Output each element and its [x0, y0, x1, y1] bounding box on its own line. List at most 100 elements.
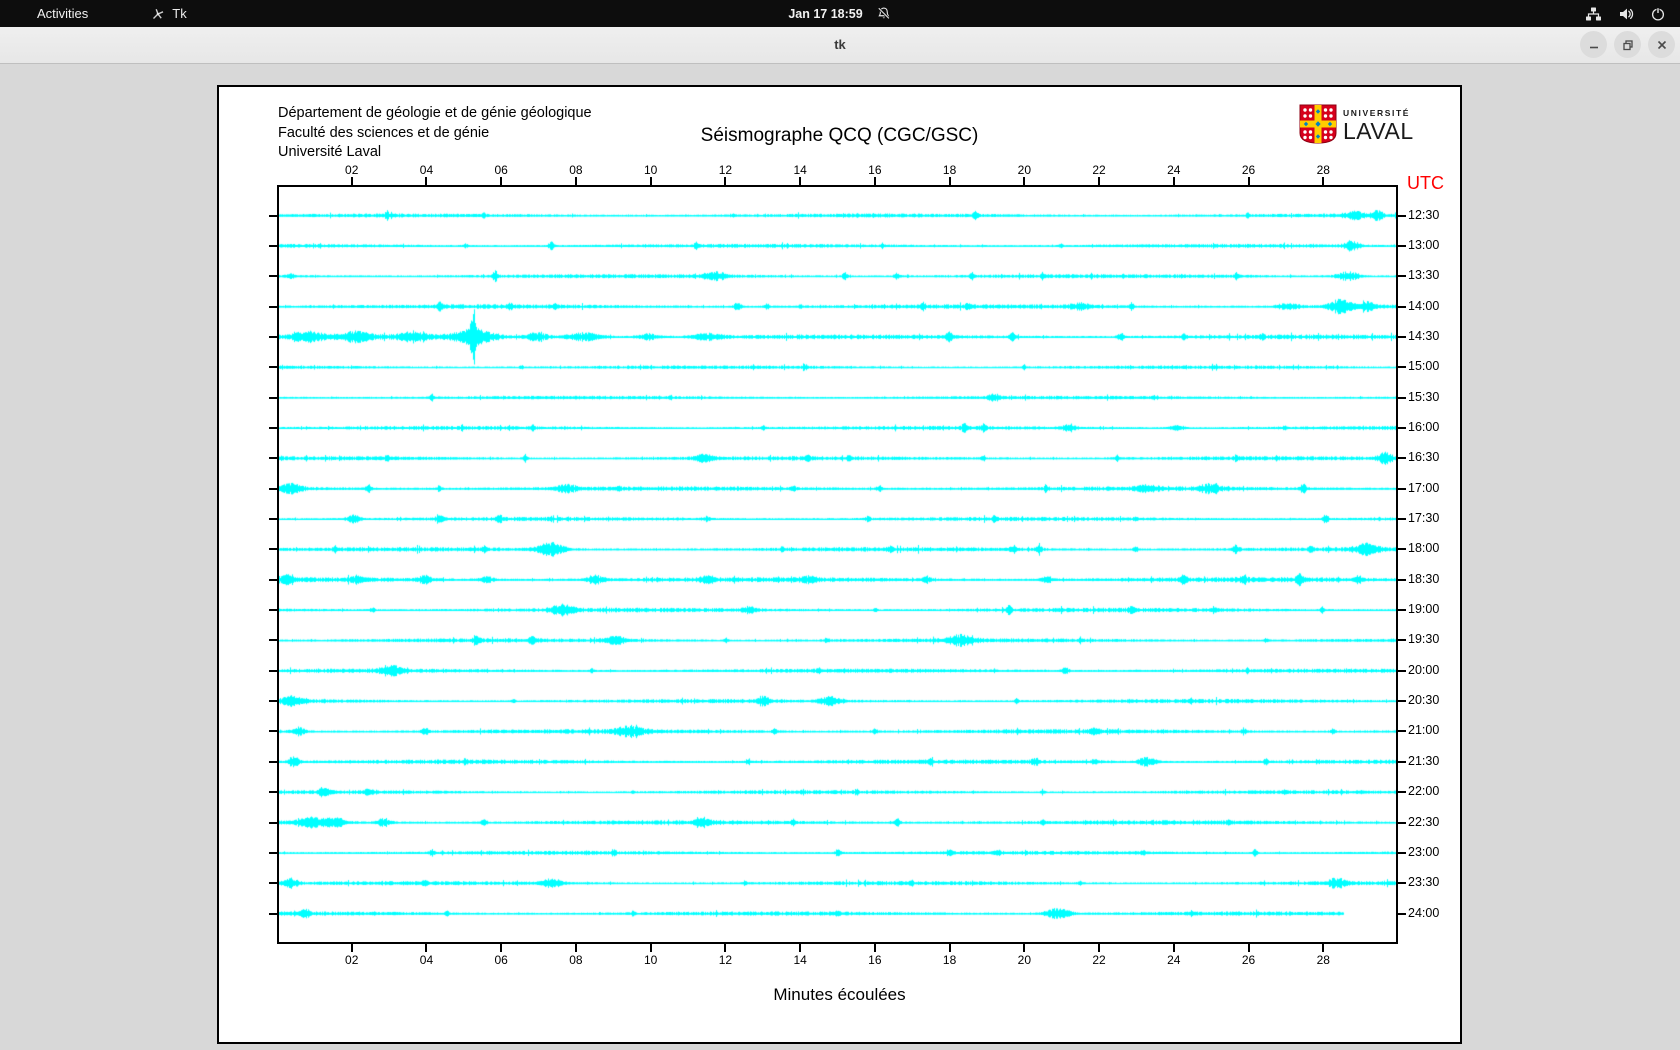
- x-tick-top: [1098, 177, 1101, 185]
- utc-time-label: 19:30: [1408, 632, 1440, 647]
- minimize-button[interactable]: [1580, 31, 1607, 58]
- trace-tick-right: [1398, 335, 1406, 338]
- gnome-top-bar: Activities Tk Jan 17 18:59: [0, 0, 1680, 27]
- trace-tick-left: [269, 214, 277, 217]
- laval-wordmark-bottom: LAVAL: [1343, 117, 1414, 144]
- trace-tick-left: [269, 669, 277, 672]
- trace-tick-right: [1398, 305, 1406, 308]
- close-button[interactable]: [1648, 31, 1675, 58]
- trace-tick-right: [1398, 426, 1406, 429]
- utc-time-label: 16:00: [1408, 419, 1440, 434]
- trace-tick-left: [269, 244, 277, 247]
- x-tick-top: [649, 177, 652, 185]
- utc-time-label: 17:00: [1408, 480, 1440, 495]
- utc-time-label: 13:00: [1408, 237, 1440, 252]
- x-tick-bottom: [1172, 944, 1175, 952]
- x-tick-label-bottom: 14: [793, 953, 807, 967]
- trace-tick-left: [269, 457, 277, 460]
- x-tick-label-top: 06: [494, 163, 508, 177]
- laval-shield-icon: [1299, 104, 1337, 149]
- trace-tick-left: [269, 882, 277, 885]
- x-tick-label-top: 18: [942, 163, 957, 177]
- trace-tick-left: [269, 366, 277, 369]
- clock[interactable]: Jan 17 18:59: [788, 7, 862, 21]
- x-tick-bottom: [425, 944, 428, 952]
- x-tick-label-bottom: 06: [494, 953, 508, 967]
- x-tick-label-bottom: 02: [345, 953, 359, 967]
- focused-app-indicator[interactable]: Tk: [151, 6, 187, 21]
- x-tick-label-bottom: 24: [1167, 953, 1181, 967]
- x-tick-bottom: [1247, 944, 1250, 952]
- restore-button[interactable]: [1614, 31, 1641, 58]
- trace-tick-left: [269, 730, 277, 733]
- network-wired-icon: [1585, 6, 1602, 22]
- activities-button[interactable]: Activities: [29, 4, 96, 23]
- x-tick-label-bottom: 18: [942, 953, 957, 967]
- power-icon: [1650, 6, 1666, 22]
- trace-tick-right: [1398, 548, 1406, 551]
- x-tick-label-bottom: 08: [569, 953, 583, 967]
- x-tick-top: [724, 177, 727, 185]
- x-tick-bottom: [574, 944, 577, 952]
- x-tick-label-top: 24: [1167, 163, 1181, 177]
- utc-time-label: 14:30: [1408, 328, 1440, 343]
- trace-tick-right: [1398, 518, 1406, 520]
- x-tick-label-bottom: 20: [1017, 953, 1031, 967]
- utc-time-label: 21:00: [1408, 723, 1440, 738]
- trace-tick-left: [269, 821, 277, 824]
- x-tick-label-top: 22: [1092, 163, 1106, 177]
- trace-tick-left: [269, 578, 277, 581]
- trace-tick-right: [1398, 669, 1406, 672]
- x-tick-bottom: [724, 944, 727, 952]
- trace-tick-left: [269, 609, 277, 612]
- trace-tick-left: [269, 791, 277, 794]
- utc-time-label: 22:00: [1408, 784, 1440, 799]
- trace-tick-right: [1398, 214, 1406, 217]
- notifications-muted-icon: [877, 6, 892, 21]
- trace-tick-right: [1398, 487, 1406, 490]
- trace-tick-right: [1398, 396, 1406, 399]
- x-tick-label-top: 16: [868, 163, 882, 177]
- utc-time-label: 23:00: [1408, 844, 1440, 859]
- x-tick-bottom: [500, 944, 503, 952]
- x-tick-label-top: 20: [1017, 163, 1031, 177]
- x-tick-label-top: 10: [643, 163, 658, 177]
- trace-tick-left: [269, 305, 277, 308]
- x-tick-bottom: [1098, 944, 1101, 952]
- tk-app-icon: [151, 7, 165, 21]
- trace-tick-left: [269, 760, 277, 763]
- utc-axis-label: UTC: [1407, 173, 1444, 193]
- trace-tick-right: [1398, 457, 1406, 460]
- trace-tick-left: [269, 335, 277, 338]
- utc-time-label: 13:30: [1408, 268, 1440, 283]
- x-tick-bottom: [873, 944, 876, 952]
- window-title-bar[interactable]: tk: [0, 27, 1680, 64]
- x-tick-top: [948, 177, 951, 185]
- utc-time-label: 19:00: [1408, 602, 1440, 617]
- trace-tick-right: [1398, 609, 1406, 612]
- utc-time-label: 20:00: [1408, 662, 1440, 677]
- helicorder-plot: [277, 185, 1398, 944]
- utc-time-label: 21:30: [1408, 753, 1440, 768]
- trace-tick-left: [269, 548, 277, 551]
- x-tick-top: [873, 177, 876, 185]
- utc-time-label: 15:00: [1408, 359, 1440, 374]
- trace-tick-left: [269, 275, 277, 278]
- trace-tick-right: [1398, 366, 1406, 369]
- trace-tick-right: [1398, 700, 1406, 703]
- x-tick-bottom: [350, 944, 353, 952]
- utc-time-label: 23:30: [1408, 875, 1440, 890]
- x-tick-label-top: 08: [569, 163, 583, 177]
- universite-laval-logo: UNIVERSITÉ LAVAL: [1299, 104, 1431, 149]
- trace-tick-left: [269, 518, 277, 520]
- trace-tick-left: [269, 426, 277, 429]
- utc-time-label: 15:30: [1408, 389, 1440, 404]
- x-tick-label-top: 28: [1316, 163, 1330, 177]
- trace-tick-right: [1398, 275, 1406, 278]
- utc-time-label: 22:30: [1408, 814, 1440, 829]
- x-tick-label-bottom: 28: [1316, 953, 1330, 967]
- x-tick-label-top: 14: [793, 163, 807, 177]
- trace-tick-left: [269, 639, 277, 642]
- utc-time-label: 18:30: [1408, 571, 1440, 586]
- system-status-area[interactable]: [1585, 6, 1666, 22]
